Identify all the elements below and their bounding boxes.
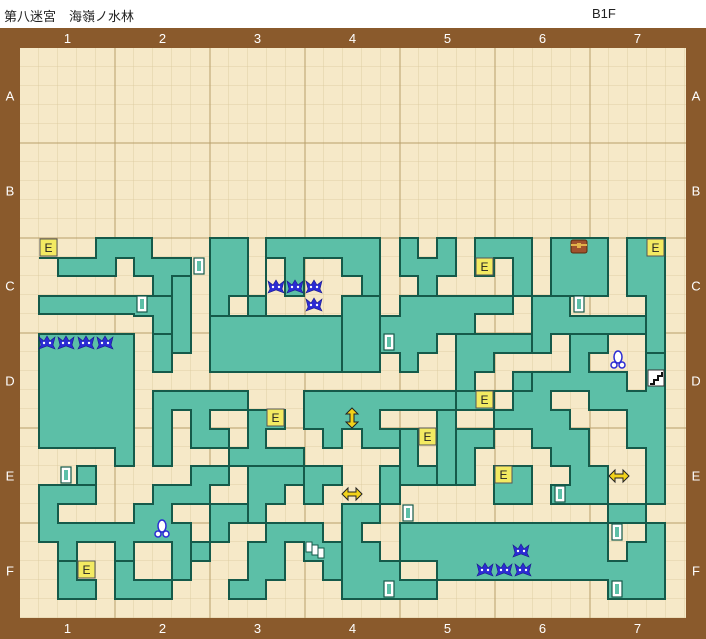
column-label: 5 bbox=[444, 31, 451, 46]
door-icon[interactable] bbox=[383, 580, 395, 598]
svg-text:E: E bbox=[82, 563, 90, 577]
column-label: 2 bbox=[159, 31, 166, 46]
door-icon[interactable] bbox=[193, 257, 205, 275]
wall-block bbox=[38, 333, 135, 467]
row-label: E bbox=[692, 469, 701, 484]
svg-text:E: E bbox=[271, 411, 279, 425]
encounter-tile[interactable]: E bbox=[266, 408, 285, 427]
column-label: 4 bbox=[349, 621, 356, 636]
stairs-icon[interactable] bbox=[647, 369, 665, 387]
column-label: 3 bbox=[254, 31, 261, 46]
door-icon[interactable] bbox=[611, 523, 623, 541]
encounter-tile[interactable]: E bbox=[418, 427, 437, 446]
column-label: 6 bbox=[539, 621, 546, 636]
wall-block bbox=[76, 465, 97, 486]
encounter-tile[interactable]: E bbox=[475, 390, 494, 409]
wall-block bbox=[607, 503, 647, 524]
floor-label: B1F bbox=[592, 6, 616, 21]
row-label: C bbox=[691, 279, 700, 294]
row-label: F bbox=[692, 564, 700, 579]
row-label: B bbox=[6, 184, 15, 199]
wall-block bbox=[379, 465, 401, 505]
door-icon[interactable] bbox=[402, 504, 414, 522]
dungeon-map: 1 2 3 4 5 6 7 1 2 3 4 5 6 7 A B C D E F A B C D E F E EEEEEEE bbox=[0, 28, 706, 639]
column-label: 2 bbox=[159, 621, 166, 636]
svg-text:E: E bbox=[423, 430, 431, 444]
column-label: 7 bbox=[634, 621, 641, 636]
svg-text:E: E bbox=[480, 260, 488, 274]
door-icon[interactable] bbox=[60, 466, 72, 484]
row-label: D bbox=[5, 374, 14, 389]
door-icon[interactable] bbox=[136, 295, 148, 313]
door-icon[interactable] bbox=[554, 485, 566, 503]
row-label: B bbox=[692, 184, 701, 199]
row-label: C bbox=[5, 279, 14, 294]
svg-text:E: E bbox=[44, 241, 52, 255]
wall-block bbox=[436, 409, 457, 486]
column-label: 4 bbox=[349, 31, 356, 46]
column-label: 6 bbox=[539, 31, 546, 46]
column-label: 3 bbox=[254, 621, 261, 636]
svg-text:E: E bbox=[480, 393, 488, 407]
door-icon[interactable] bbox=[611, 580, 623, 598]
encounter-tile[interactable]: E bbox=[475, 257, 494, 276]
encounter-tile[interactable]: E bbox=[494, 465, 513, 484]
column-label: 1 bbox=[64, 31, 71, 46]
svg-text:E: E bbox=[499, 468, 507, 482]
row-label: A bbox=[692, 89, 701, 104]
door-icon[interactable] bbox=[573, 295, 585, 313]
wall-block bbox=[341, 295, 381, 373]
column-label: 1 bbox=[64, 621, 71, 636]
row-label: A bbox=[6, 89, 15, 104]
wall-block bbox=[209, 315, 343, 373]
row-label: E bbox=[6, 469, 15, 484]
door-icon[interactable] bbox=[383, 333, 395, 351]
encounter-tile[interactable]: E bbox=[646, 238, 665, 257]
row-label: D bbox=[691, 374, 700, 389]
map-header: 第八迷宮 海嶺ノ水林 B1F bbox=[0, 0, 706, 28]
row-label: F bbox=[6, 564, 14, 579]
encounter-tile[interactable]: E bbox=[77, 560, 96, 579]
column-label: 5 bbox=[444, 621, 451, 636]
treasure-chest-icon[interactable] bbox=[570, 239, 588, 254]
svg-text:E: E bbox=[651, 241, 659, 255]
wall-block bbox=[171, 275, 192, 354]
encounter-tile[interactable]: E bbox=[39, 238, 58, 257]
dungeon-title: 第八迷宮 海嶺ノ水林 bbox=[4, 9, 135, 24]
column-label: 7 bbox=[634, 31, 641, 46]
